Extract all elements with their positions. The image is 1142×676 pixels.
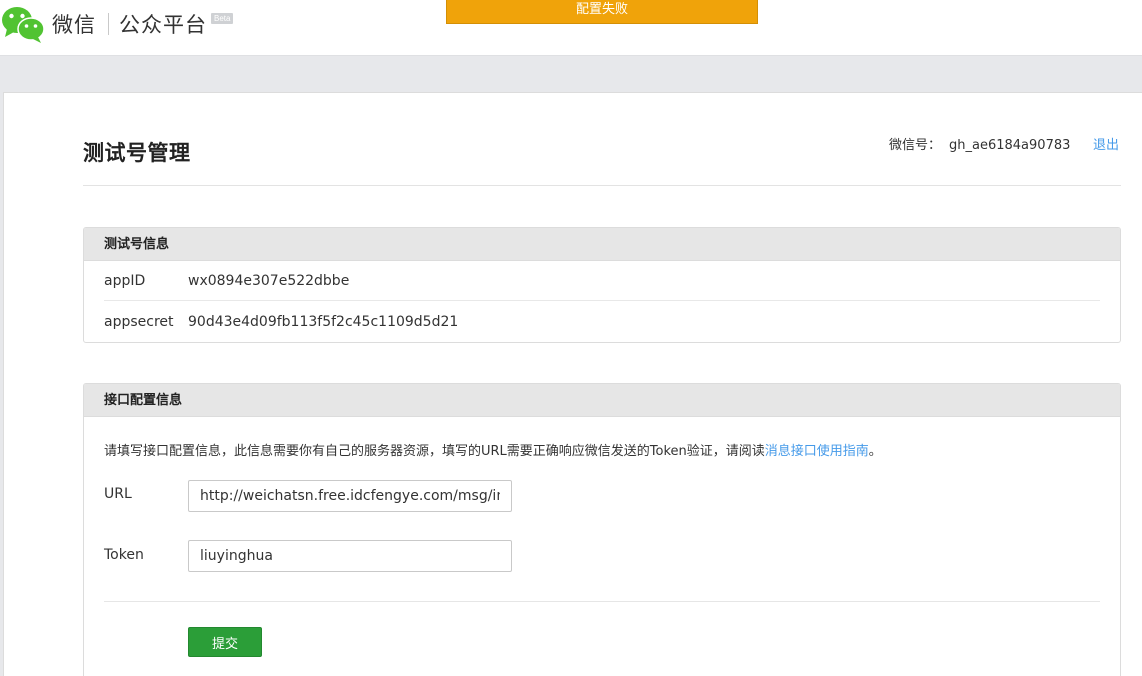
info-row-appid: appID wx0894e307e522dbbe	[104, 261, 1100, 301]
token-label: Token	[104, 547, 144, 563]
main-content: 测试号管理 微信号： gh_ae6184a90783 退出 测试号信息 appID…	[3, 92, 1142, 676]
api-config-description: 请填写接口配置信息，此信息需要你有自己的服务器资源，填写的URL需要正确响应微信…	[104, 440, 882, 459]
logo-wechat-text: 微信	[52, 13, 96, 37]
api-config-heading: 接口配置信息	[84, 384, 1120, 417]
beta-badge: Beta	[211, 12, 234, 24]
api-config-panel: 接口配置信息 请填写接口配置信息，此信息需要你有自己的服务器资源，填写的URL需…	[83, 383, 1121, 676]
logout-link[interactable]: 退出	[1093, 134, 1119, 153]
wechat-logo[interactable]: 微信 公众平台 Beta	[0, 4, 234, 44]
token-input[interactable]	[188, 540, 512, 572]
title-divider	[83, 185, 1121, 186]
account-id: gh_ae6184a90783	[949, 138, 1071, 153]
wechat-logo-icon	[0, 4, 46, 44]
message-api-guide-link[interactable]: 消息接口使用指南	[765, 444, 869, 459]
test-info-heading: 测试号信息	[84, 228, 1120, 261]
account-info: 微信号： gh_ae6184a90783	[889, 134, 1070, 153]
description-end: 。	[868, 444, 882, 459]
url-label: URL	[104, 486, 132, 502]
url-input[interactable]	[188, 480, 512, 512]
page-title: 测试号管理	[83, 141, 191, 165]
appid-value: wx0894e307e522dbbe	[188, 273, 350, 289]
form-divider	[104, 601, 1100, 602]
appid-label: appID	[104, 273, 146, 289]
top-header: 微信 公众平台 Beta 配置失败	[0, 0, 1142, 56]
logo-separator	[108, 13, 109, 35]
appsecret-value: 90d43e4d09fb113f5f2c45c1109d5d21	[188, 314, 459, 330]
logo-platform-text: 公众平台	[119, 13, 207, 37]
description-text: 请填写接口配置信息，此信息需要你有自己的服务器资源，填写的URL需要正确响应微信…	[104, 444, 765, 459]
account-label: 微信号：	[889, 138, 942, 153]
error-alert: 配置失败	[446, 0, 758, 24]
info-row-appsecret: appsecret 90d43e4d09fb113f5f2c45c1109d5d…	[104, 302, 1100, 342]
test-account-info-panel: 测试号信息 appID wx0894e307e522dbbe appsecret…	[83, 227, 1121, 343]
appsecret-label: appsecret	[104, 314, 174, 330]
submit-button[interactable]: 提交	[188, 627, 262, 657]
